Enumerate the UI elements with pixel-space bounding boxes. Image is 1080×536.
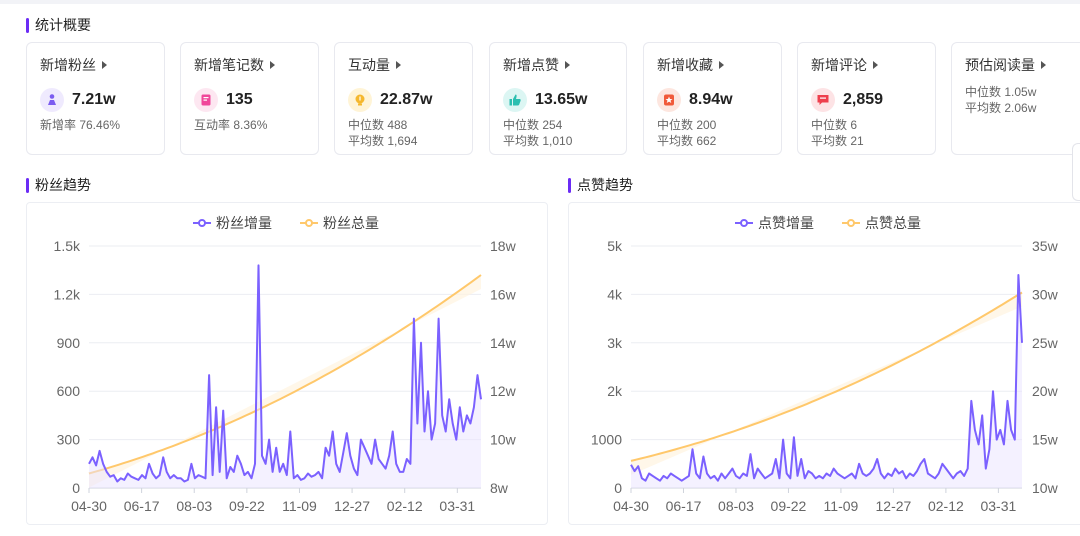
y-left-tick-label: 2k bbox=[607, 383, 623, 399]
trend-charts-canvas: 0 8w 300 10w 600 12w 900 14w 1.2k 16w 1.5k 18w 04-30… bbox=[54, 238, 1059, 514]
series-total-line bbox=[630, 291, 1023, 462]
y-right-tick-label: 10w bbox=[1032, 480, 1059, 496]
y-right-tick-label: 10w bbox=[490, 432, 517, 448]
y-left-tick-label: 5k bbox=[607, 238, 623, 254]
x-tick-label: 04-30 bbox=[613, 498, 649, 514]
x-tick-label: 02-12 bbox=[387, 498, 423, 514]
x-tick-label: 02-12 bbox=[928, 498, 964, 514]
y-left-tick-label: 3k bbox=[607, 335, 623, 351]
y-right-tick-label: 18w bbox=[490, 238, 517, 254]
x-tick-label: 06-17 bbox=[124, 498, 160, 514]
x-tick-label: 09-22 bbox=[771, 498, 807, 514]
x-tick-label: 12-27 bbox=[876, 498, 912, 514]
y-right-tick-label: 30w bbox=[1032, 286, 1059, 302]
y-left-tick-label: 300 bbox=[57, 432, 81, 448]
x-tick-label: 06-17 bbox=[666, 498, 702, 514]
y-right-tick-label: 15w bbox=[1032, 432, 1059, 448]
x-tick-label: 08-03 bbox=[718, 498, 754, 514]
x-tick-label: 08-03 bbox=[176, 498, 212, 514]
series-increment-line bbox=[630, 274, 1023, 482]
x-tick-label: 03-31 bbox=[980, 498, 1016, 514]
y-right-tick-label: 14w bbox=[490, 335, 517, 351]
y-left-tick-label: 1000 bbox=[591, 432, 622, 448]
x-tick-label: 11-09 bbox=[282, 498, 317, 514]
y-left-tick-label: 0 bbox=[72, 480, 80, 496]
x-tick-label: 04-30 bbox=[71, 498, 107, 514]
x-tick-label: 11-09 bbox=[824, 498, 859, 514]
y-left-tick-label: 1.5k bbox=[54, 238, 81, 254]
series-total-area bbox=[631, 292, 1022, 475]
y-right-tick-label: 25w bbox=[1032, 335, 1059, 351]
x-tick-label: 03-31 bbox=[439, 498, 475, 514]
y-left-tick-label: 600 bbox=[57, 383, 81, 399]
x-tick-label: 09-22 bbox=[229, 498, 265, 514]
y-left-tick-label: 1.2k bbox=[54, 286, 81, 302]
y-left-tick-label: 0 bbox=[614, 480, 622, 496]
x-tick-label: 12-27 bbox=[334, 498, 370, 514]
y-right-tick-label: 35w bbox=[1032, 238, 1059, 254]
y-right-tick-label: 16w bbox=[490, 286, 517, 302]
y-left-tick-label: 4k bbox=[607, 286, 623, 302]
y-right-tick-label: 12w bbox=[490, 383, 517, 399]
y-right-tick-label: 8w bbox=[490, 480, 509, 496]
y-left-tick-label: 900 bbox=[57, 335, 81, 351]
y-right-tick-label: 20w bbox=[1032, 383, 1059, 399]
series-increment-area bbox=[631, 275, 1022, 488]
